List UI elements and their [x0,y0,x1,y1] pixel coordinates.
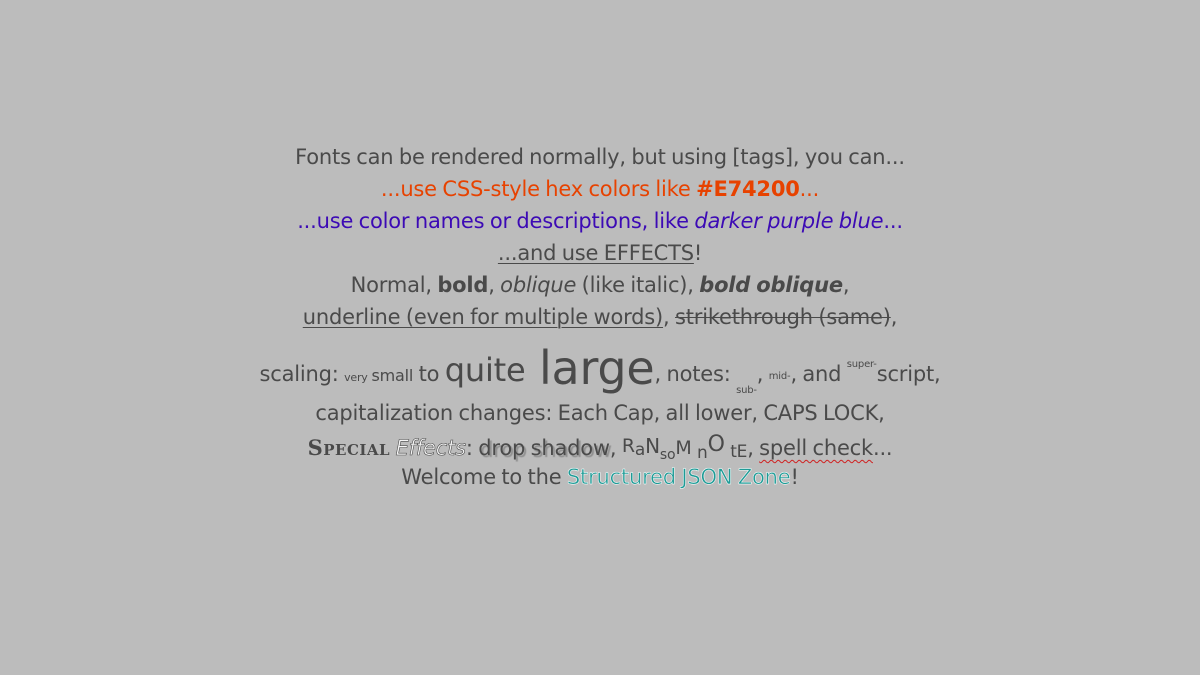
superscript-text: super- [846,359,877,370]
ransom-letter: O [707,432,725,457]
styles-sep: , [488,273,501,297]
like-italic-text: (like italic), [576,273,700,297]
color-names-ellipsis: ... [883,209,903,233]
to-text: to [413,362,445,386]
hex-colors-text: ...use CSS-style hex colors like [380,177,697,201]
special-sep: , [609,436,622,460]
line-decorations: underline (even for multiple words), str… [0,301,1200,333]
json-zone-text: Structured JSON Zone [566,465,791,489]
underline-text: underline (even for multiple words) [302,305,664,329]
small-text: small [367,366,414,385]
line-scaling: scaling: very small to quite large, note… [0,333,1200,397]
styles-end: , [842,273,850,297]
hex-value: #E74200 [696,177,800,201]
drop-shadow-text: drop shadow [478,436,610,460]
effects-exclaim: ! [693,241,703,265]
line-intro: Fonts can be rendered normally, but usin… [0,141,1200,173]
very-small-text: very [344,371,368,384]
line-special-effects: Special Effects: drop shadow, RaNsoM nO … [0,429,1200,463]
special-colon: : [465,436,479,460]
quite-text: quite [444,351,526,389]
and-text: , and [790,362,847,386]
strikethrough-text: strikethrough (same) [674,305,891,329]
large-text: large [525,341,655,395]
color-names-text: ...use color names or descriptions, like [297,209,695,233]
welcome-text: Welcome to the [401,465,567,489]
oblique-text: oblique [500,273,577,297]
script-text: script, [876,362,941,386]
ransom-letter: R [621,435,635,457]
line-hex-colors: ...use CSS-style hex colors like #E74200… [0,173,1200,205]
bold-text: bold [437,273,489,297]
special-end: ... [872,436,893,460]
spell-check-text: spell check [759,436,873,460]
subscript-text: sub- [736,385,757,396]
special-text: Special [307,435,391,460]
ransom-letter: N [645,434,660,458]
special-sep-2: , [747,436,760,460]
scaling-label: scaling: [259,362,345,386]
line-capitalization: capitalization changes: Each Cap, all lo… [0,397,1200,429]
bold-oblique-text: bold oblique [699,273,843,297]
line-styles: Normal, bold, oblique (like italic), bol… [0,269,1200,301]
intro-text: Fonts can be rendered normally, but usin… [295,145,905,169]
font-demo-canvas: Fonts can be rendered normally, but usin… [0,0,1200,675]
hex-colors-ellipsis: ... [799,177,820,201]
ransom-note-text: RaNsoM nO tE [622,432,748,463]
line-color-names: ...use color names or descriptions, like… [0,205,1200,237]
effects-outline-text: Effects [395,436,466,461]
notes-label: , notes: [654,362,737,386]
color-description: darker purple blue [694,209,884,233]
midscript-text: mid- [768,371,791,382]
decorations-end: , [890,305,898,329]
ransom-letter: M [675,437,692,459]
text-block: Fonts can be rendered normally, but usin… [0,141,1200,493]
line-welcome: Welcome to the Structured JSON Zone! [0,461,1200,493]
normal-text: Normal, [350,273,438,297]
welcome-end: ! [790,465,799,489]
capitalization-text: capitalization changes: Each Cap, all lo… [315,401,885,425]
line-effects: ...and use EFFECTS! [0,237,1200,269]
effects-underlined: ...and use EFFECTS [497,241,694,265]
notes-sep: , [756,362,769,386]
decorations-sep: , [663,305,675,329]
